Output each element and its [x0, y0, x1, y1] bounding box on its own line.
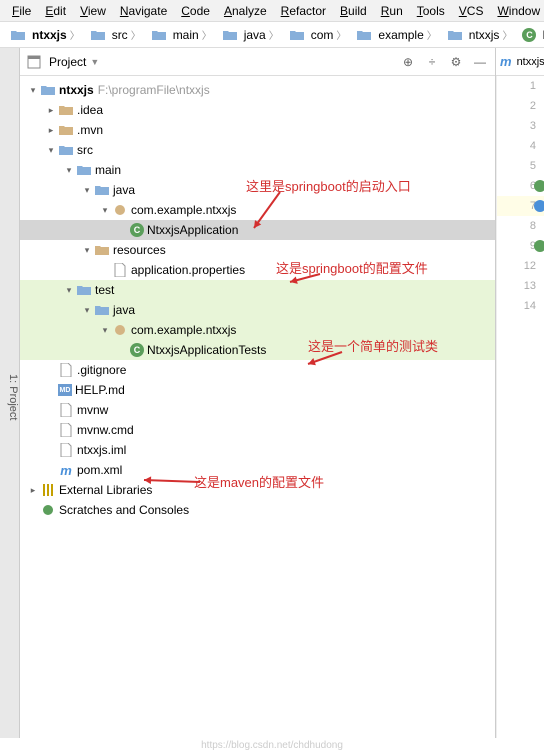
editor-gutter: 123456789121314 [496, 76, 544, 738]
editor-pane: m ntxxjs 123456789121314 [496, 48, 544, 738]
tree-twisty[interactable]: ▾ [62, 165, 76, 176]
breadcrumb-item[interactable]: src〉 [86, 25, 145, 45]
project-pane: Project ▼ ⊕ ÷ ⚙ — ▾ntxxjsF:\programFile\… [20, 48, 496, 738]
maven-icon: m [500, 54, 512, 70]
target-icon[interactable]: ⊕ [399, 53, 417, 71]
tree-twisty[interactable]: ▾ [44, 145, 58, 156]
tree-row[interactable]: CNtxxjsApplication [20, 220, 495, 240]
breadcrumb-item[interactable]: CNtxxjsApplicat [518, 26, 544, 44]
tree-row[interactable]: ▾ntxxjsF:\programFile\ntxxjs [20, 80, 495, 100]
tree-row[interactable]: ▸.mvn [20, 120, 495, 140]
menu-navigate[interactable]: Navigate [114, 2, 173, 20]
tree-row[interactable]: ▾test [20, 280, 495, 300]
tree-row[interactable]: mpom.xml [20, 460, 495, 480]
breadcrumb-item[interactable]: ntxxjs〉 [6, 25, 84, 45]
breadcrumb-item[interactable]: com〉 [285, 25, 351, 45]
project-title[interactable]: Project ▼ [26, 54, 393, 70]
menu-run[interactable]: Run [375, 2, 409, 20]
menu-code[interactable]: Code [175, 2, 216, 20]
gear-icon[interactable]: ⚙ [447, 53, 465, 71]
tree-twisty[interactable]: ▾ [80, 185, 94, 196]
tree-row[interactable]: mvnw.cmd [20, 420, 495, 440]
menu-build[interactable]: Build [334, 2, 373, 20]
tree-row[interactable]: ntxxjs.iml [20, 440, 495, 460]
menu-file[interactable]: File [6, 2, 37, 20]
menu-analyze[interactable]: Analyze [218, 2, 273, 20]
dropdown-icon: ▼ [90, 57, 99, 67]
breadcrumb-item[interactable]: example〉 [352, 25, 440, 45]
tree-row[interactable]: MDHELP.md [20, 380, 495, 400]
gutter-line: 4 [497, 136, 544, 156]
tree-twisty[interactable]: ▾ [98, 205, 112, 216]
menu-bar: FileEditViewNavigateCodeAnalyzeRefactorB… [0, 0, 544, 22]
tree-row[interactable]: Scratches and Consoles [20, 500, 495, 520]
menu-view[interactable]: View [74, 2, 112, 20]
gutter-line: 5 [497, 156, 544, 176]
gutter-line: 12 [497, 256, 544, 276]
project-title-label: Project [49, 55, 86, 69]
menu-vcs[interactable]: VCS [453, 2, 490, 20]
tree-row[interactable]: ▸External Libraries [20, 480, 495, 500]
breadcrumb-item[interactable]: java〉 [218, 25, 283, 45]
tree-row[interactable]: ▾java [20, 180, 495, 200]
editor-tab[interactable]: m ntxxjs [496, 48, 544, 76]
gutter-line: 1 [497, 76, 544, 96]
tree-row[interactable]: application.properties [20, 260, 495, 280]
tree-row[interactable]: ▾main [20, 160, 495, 180]
tree-twisty[interactable]: ▸ [44, 105, 58, 116]
tree-twisty[interactable]: ▾ [98, 325, 112, 336]
menu-edit[interactable]: Edit [39, 2, 72, 20]
tree-row[interactable]: ▾java [20, 300, 495, 320]
gutter-line: 2 [497, 96, 544, 116]
tree-row[interactable]: ▾com.example.ntxxjs [20, 320, 495, 340]
tree-row[interactable]: ▾resources [20, 240, 495, 260]
sidebar-tab-project[interactable]: 1: Project [0, 48, 20, 738]
gutter-line: 7 [497, 196, 544, 216]
tree-twisty[interactable]: ▾ [80, 305, 94, 316]
project-icon [26, 54, 42, 70]
tree-row[interactable]: ▾com.example.ntxxjs [20, 200, 495, 220]
tree-twisty[interactable]: ▸ [26, 485, 40, 496]
gutter-line: 6 [497, 176, 544, 196]
collapse-icon[interactable]: ÷ [423, 53, 441, 71]
breadcrumb-bar: ntxxjs〉src〉main〉java〉com〉example〉ntxxjs〉… [0, 22, 544, 48]
editor-tab-label: ntxxjs [517, 56, 544, 68]
main-area: 1: Project Project ▼ ⊕ ÷ ⚙ — ▾ntxxjsF:\p… [0, 48, 544, 738]
tree-twisty[interactable]: ▸ [44, 125, 58, 136]
gutter-line: 14 [497, 296, 544, 316]
tree-row[interactable]: mvnw [20, 400, 495, 420]
breadcrumb-item[interactable]: ntxxjs〉 [443, 25, 517, 45]
tree-twisty[interactable]: ▾ [80, 245, 94, 256]
tree-twisty[interactable]: ▾ [26, 85, 40, 96]
menu-window[interactable]: Window [491, 2, 544, 20]
tree-row[interactable]: ▸.idea [20, 100, 495, 120]
hide-icon[interactable]: — [471, 53, 489, 71]
gutter-line: 13 [497, 276, 544, 296]
menu-refactor[interactable]: Refactor [275, 2, 332, 20]
menu-tools[interactable]: Tools [411, 2, 451, 20]
breadcrumb-item[interactable]: main〉 [147, 25, 216, 45]
gutter-line: 3 [497, 116, 544, 136]
tree-twisty[interactable]: ▾ [62, 285, 76, 296]
project-header: Project ▼ ⊕ ÷ ⚙ — [20, 48, 495, 76]
gutter-line: 9 [497, 236, 544, 256]
project-tree[interactable]: ▾ntxxjsF:\programFile\ntxxjs▸.idea▸.mvn▾… [20, 76, 495, 738]
tree-row[interactable]: ▾src [20, 140, 495, 160]
gutter-line: 8 [497, 216, 544, 236]
tree-row[interactable]: CNtxxjsApplicationTests [20, 340, 495, 360]
watermark: https://blog.csdn.net/chdhudong [0, 738, 544, 753]
tree-row[interactable]: .gitignore [20, 360, 495, 380]
